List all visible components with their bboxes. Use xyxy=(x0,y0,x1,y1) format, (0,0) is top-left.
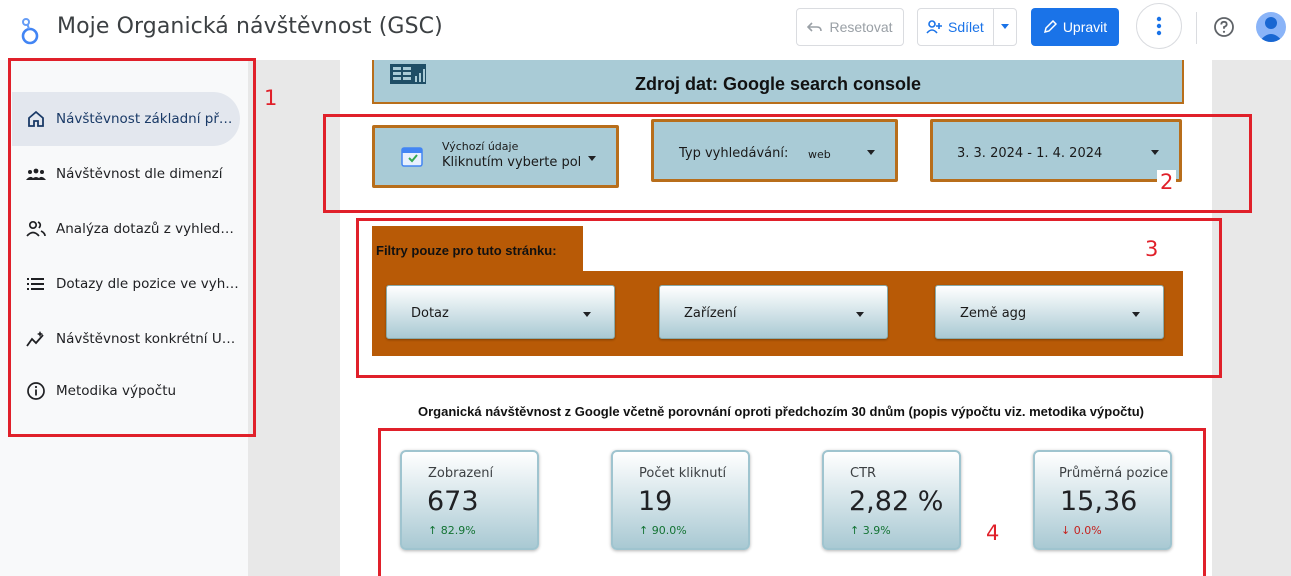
top-bar: Moje Organická návštěvnost (GSC) Resetov… xyxy=(0,0,1291,60)
reset-button[interactable]: Resetovat xyxy=(796,8,904,46)
pencil-icon xyxy=(1043,20,1057,34)
share-label: Sdílet xyxy=(948,19,984,35)
annotation-number-2: 2 xyxy=(1157,170,1177,194)
avatar[interactable] xyxy=(1256,12,1286,42)
share-dropdown-button[interactable] xyxy=(994,9,1016,45)
share-button[interactable]: Sdílet xyxy=(917,8,1017,46)
help-icon[interactable] xyxy=(1212,15,1236,39)
annotation-box-2 xyxy=(323,114,1252,213)
annotation-box-4 xyxy=(378,428,1206,576)
toolbar-divider xyxy=(1196,12,1197,44)
annotation-box-3 xyxy=(356,218,1222,378)
chevron-down-icon xyxy=(1001,24,1009,29)
annotation-box-1 xyxy=(8,58,256,437)
add-person-icon xyxy=(926,20,942,34)
edit-button[interactable]: Upravit xyxy=(1031,8,1119,46)
report-data-source-subtitle: Zdroj dat: Google search console xyxy=(634,74,922,94)
report-header-banner: Zdroj dat: Google search console xyxy=(372,60,1184,104)
annotation-number-3: 3 xyxy=(1145,237,1159,261)
annotation-number-1: 1 xyxy=(264,86,278,110)
more-options-button[interactable] xyxy=(1136,3,1182,49)
report-title[interactable]: Moje Organická návštěvnost (GSC) xyxy=(57,14,443,39)
reset-label: Resetovat xyxy=(829,19,893,35)
kpi-section-title: Organická návštěvnost z Google včetně po… xyxy=(418,404,1144,419)
account-icon xyxy=(1259,17,1283,42)
more-vert-icon xyxy=(1156,16,1162,36)
annotation-number-4: 4 xyxy=(986,521,1000,545)
undo-icon xyxy=(807,22,823,32)
looker-studio-logo-icon xyxy=(21,18,39,45)
edit-label: Upravit xyxy=(1062,19,1108,35)
